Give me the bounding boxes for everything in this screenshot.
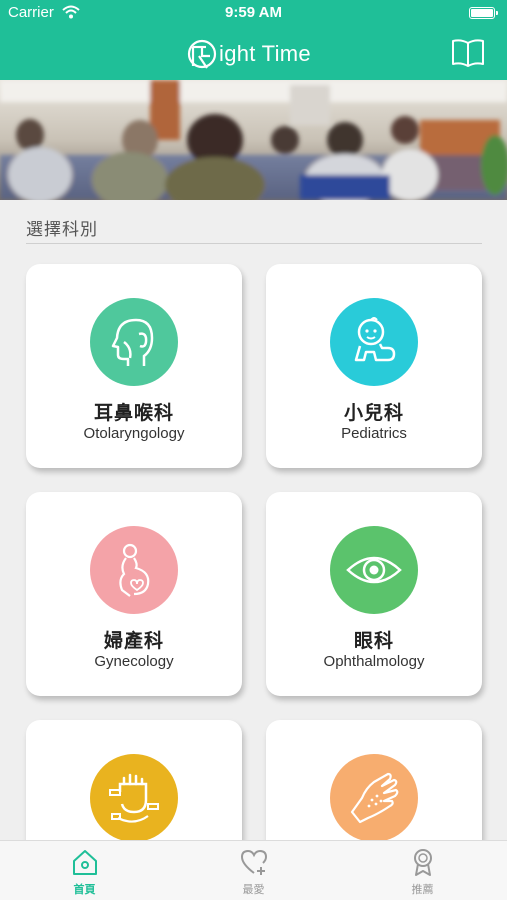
department-name-zh: 小兒科	[343, 402, 404, 424]
heart-plus-icon	[240, 849, 268, 875]
department-name-zh: 耳鼻喉科	[93, 402, 174, 424]
tab-recommend[interactable]: 推薦	[338, 841, 507, 900]
department-name-zh: 眼科	[353, 630, 394, 652]
pregnant-woman-icon	[119, 543, 150, 597]
nav-bar: ight Time	[0, 28, 507, 80]
department-icon-circle	[90, 754, 178, 842]
department-name-en: Gynecology	[94, 653, 174, 670]
dermatology-hand-icon	[350, 772, 399, 824]
tab-label: 首頁	[73, 883, 96, 896]
section-title: 選擇科別	[26, 220, 98, 240]
department-card-pediatrics[interactable]: 小兒科 Pediatrics	[266, 264, 482, 468]
baby-icon	[354, 317, 396, 362]
tab-bar: 首頁 最愛 推薦	[0, 840, 507, 900]
department-name-zh: 婦產科	[103, 630, 164, 652]
section-divider	[26, 243, 482, 244]
department-icon-circle	[90, 298, 178, 386]
award-ribbon-icon	[414, 849, 432, 876]
book-icon[interactable]	[451, 38, 485, 68]
tab-label: 最愛	[242, 883, 265, 896]
department-card-gynecology[interactable]: 婦產科 Gynecology	[26, 492, 242, 696]
department-name-en: Ophthalmology	[323, 653, 425, 670]
tab-favorites[interactable]: 最愛	[169, 841, 338, 900]
ear-nose-throat-icon	[111, 318, 154, 366]
department-icon-circle	[330, 754, 418, 842]
department-card-otolaryngology[interactable]: 耳鼻喉科 Otolaryngology	[26, 264, 242, 468]
app-logo: ight Time	[186, 36, 311, 72]
home-icon	[73, 850, 97, 875]
department-icon-circle	[90, 526, 178, 614]
department-card-ophthalmology[interactable]: 眼科 Ophthalmology	[266, 492, 482, 696]
department-name-en: Pediatrics	[341, 425, 407, 442]
rehab-hand-icon	[109, 773, 159, 823]
eye-icon	[346, 556, 402, 584]
status-bar: Carrier 9:59 AM	[0, 0, 507, 28]
tab-home[interactable]: 首頁	[0, 841, 169, 900]
department-icon-circle	[330, 526, 418, 614]
department-name-en: Otolaryngology	[83, 425, 185, 442]
clock: 9:59 AM	[225, 4, 282, 21]
r-clock-logo-icon	[187, 39, 217, 69]
department-icon-circle	[330, 298, 418, 386]
battery-icon	[469, 7, 498, 19]
app-title: ight Time	[219, 41, 311, 66]
tab-label: 推薦	[411, 883, 434, 896]
banner-image	[0, 80, 507, 200]
